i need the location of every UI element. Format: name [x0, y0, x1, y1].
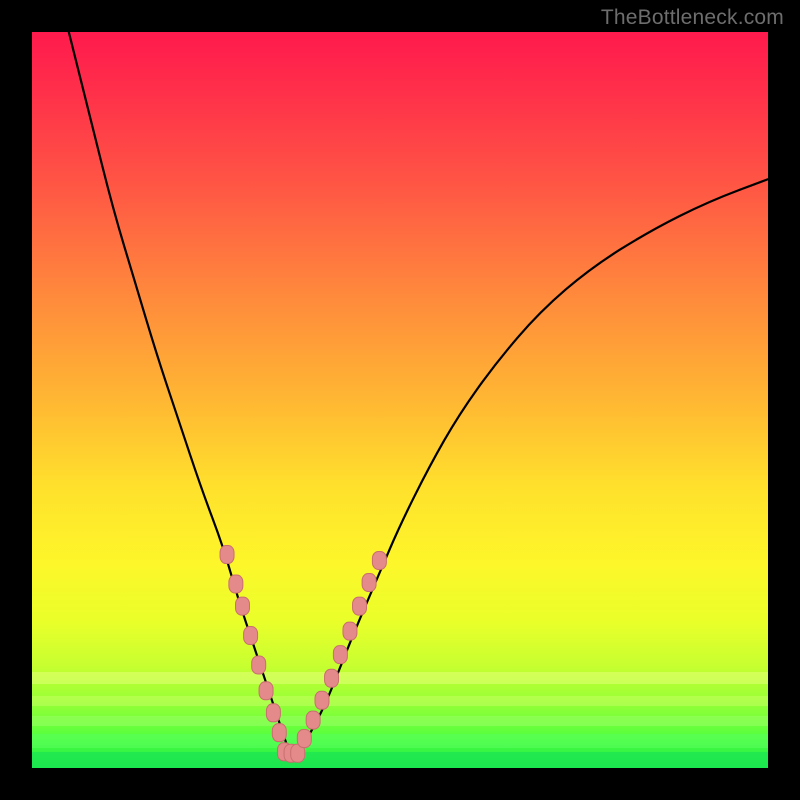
curve-marker: [229, 575, 243, 593]
curve-marker: [220, 546, 234, 564]
plot-area: [32, 32, 768, 768]
curve-marker: [291, 744, 305, 762]
curve-marker: [306, 711, 320, 729]
gradient-band: [32, 752, 768, 768]
curve-marker: [343, 622, 357, 640]
chart-frame: TheBottleneck.com: [0, 0, 800, 800]
marker-cluster: [220, 546, 386, 763]
curve-layer: [32, 32, 768, 768]
curve-marker: [244, 627, 258, 645]
curve-marker: [252, 656, 266, 674]
curve-marker: [315, 691, 329, 709]
curve-marker: [333, 646, 347, 664]
curve-marker: [272, 724, 286, 742]
bottleneck-curve: [69, 32, 768, 753]
curve-marker: [372, 551, 386, 569]
curve-marker: [362, 574, 376, 592]
curve-marker: [284, 744, 298, 762]
curve-marker: [325, 669, 339, 687]
curve-marker: [297, 730, 311, 748]
curve-marker: [353, 597, 367, 615]
gradient-band: [32, 734, 768, 748]
watermark-text: TheBottleneck.com: [601, 6, 784, 30]
curve-marker: [277, 743, 291, 761]
curve-marker: [236, 597, 250, 615]
curve-marker: [266, 704, 280, 722]
curve-marker: [259, 682, 273, 700]
gradient-band: [32, 696, 768, 706]
gradient-band: [32, 716, 768, 726]
gradient-band: [32, 672, 768, 684]
